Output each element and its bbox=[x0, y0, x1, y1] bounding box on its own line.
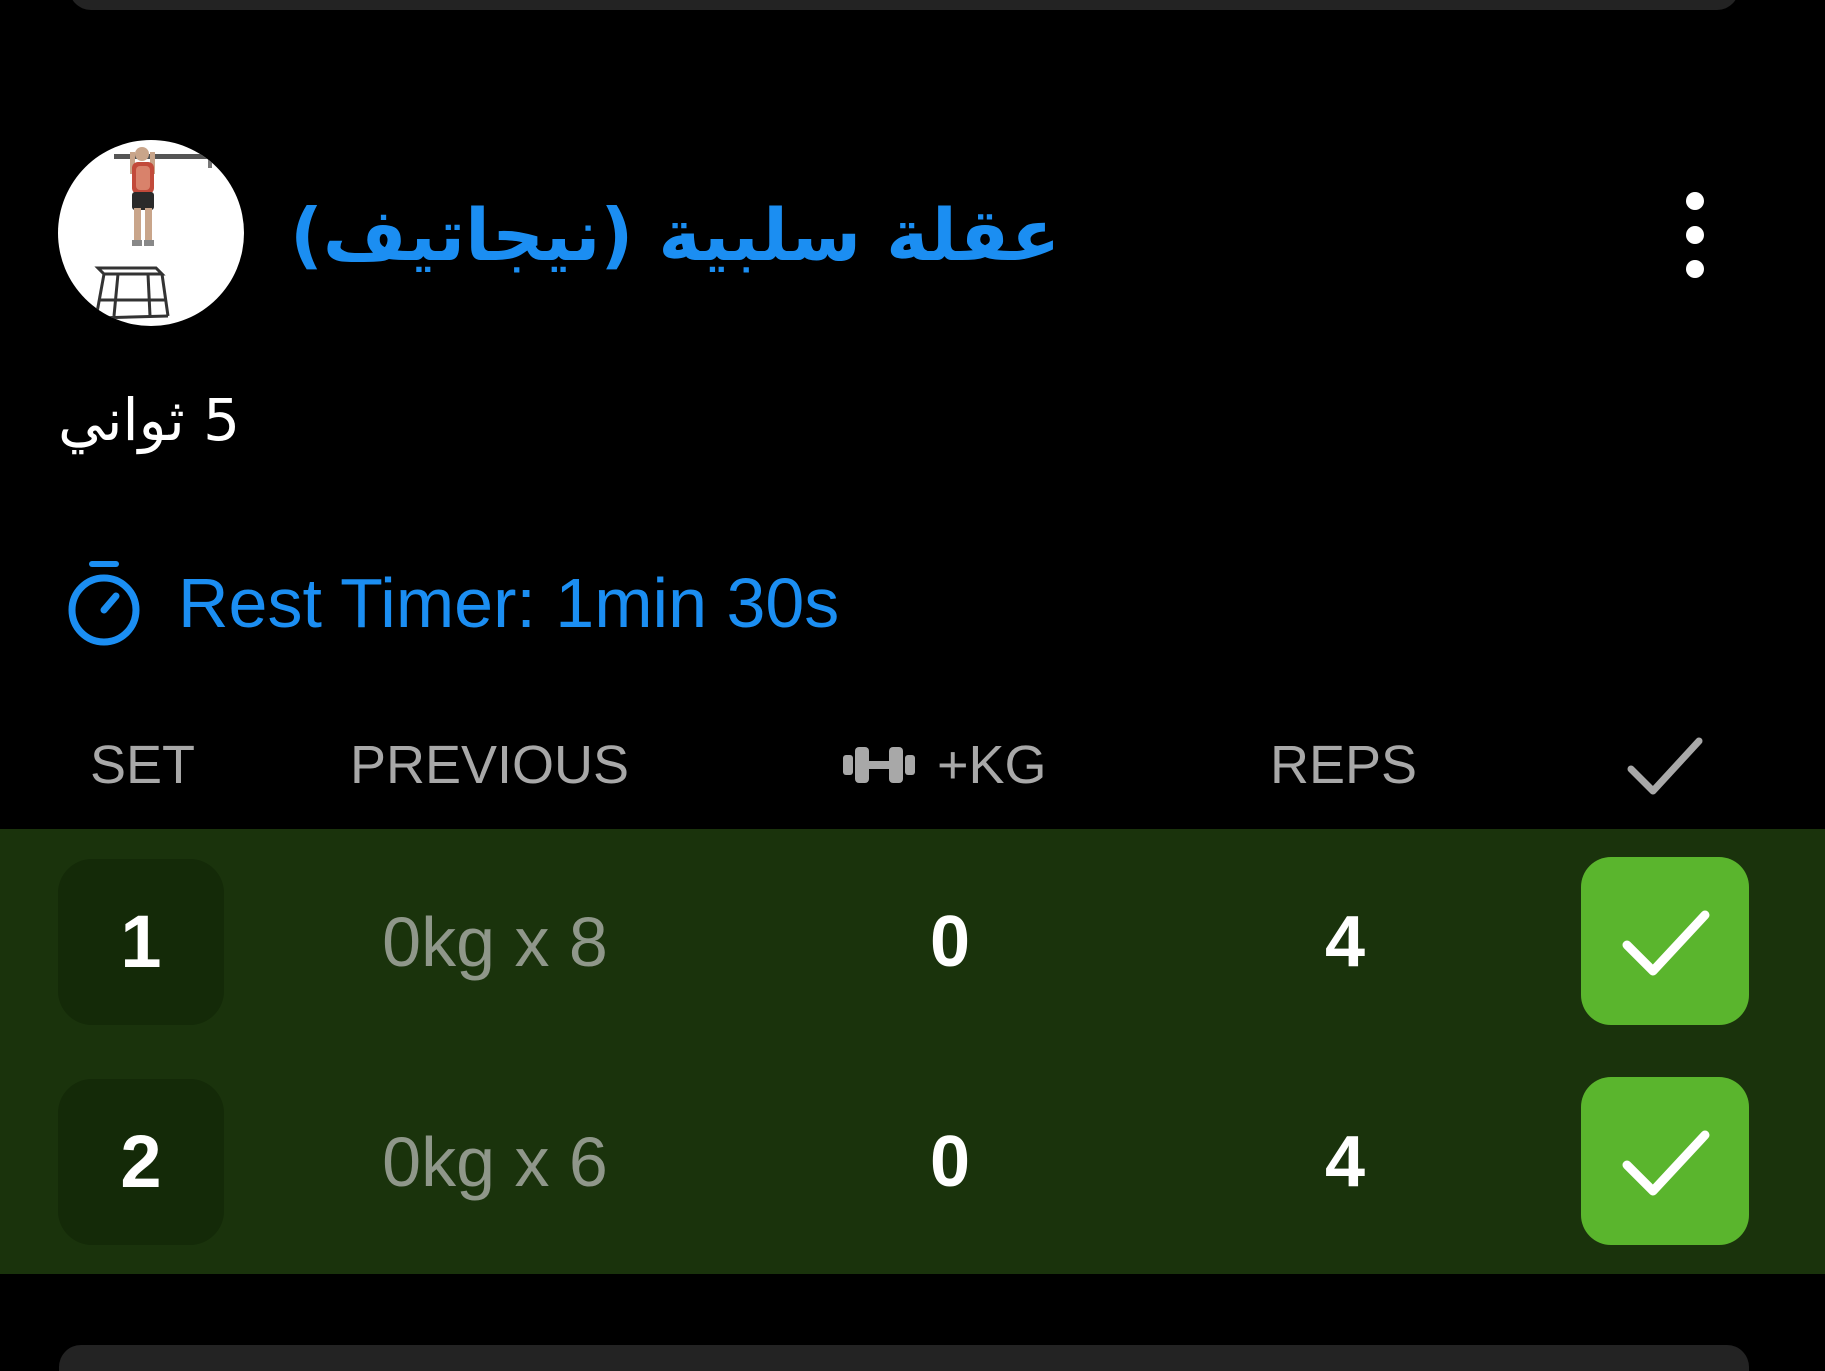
header-kg: +KG bbox=[843, 725, 1047, 805]
reps-input[interactable]: 4 bbox=[1245, 859, 1445, 1025]
header-previous: PREVIOUS bbox=[350, 735, 630, 795]
complete-set-button[interactable] bbox=[1581, 1077, 1749, 1245]
more-vertical-icon-dot bbox=[1686, 260, 1704, 278]
kg-input[interactable]: 0 bbox=[850, 859, 1050, 1025]
checkmark-icon bbox=[1627, 737, 1703, 795]
rest-timer-button[interactable]: Rest Timer: 1min 30s bbox=[64, 555, 839, 650]
workout-screen: عقلة سلبية (نيجاتيف) 5 ثواني Rest Timer:… bbox=[0, 0, 1825, 1371]
header-reps: REPS bbox=[1270, 735, 1418, 795]
complete-set-button[interactable] bbox=[1581, 857, 1749, 1025]
set-row: 2 0kg x 6 0 4 bbox=[0, 1049, 1825, 1245]
exercise-header: عقلة سلبية (نيجاتيف) bbox=[0, 140, 1825, 330]
sets-table-header: SET PREVIOUS +KG REPS bbox=[0, 725, 1825, 805]
set-number[interactable]: 1 bbox=[58, 859, 224, 1025]
more-vertical-icon bbox=[1686, 192, 1704, 210]
checkmark-icon bbox=[1622, 1130, 1710, 1196]
exercise-note[interactable]: 5 ثواني bbox=[58, 380, 240, 460]
pull-up-exercise-icon bbox=[94, 147, 212, 320]
previous-value[interactable]: 0kg x 8 bbox=[330, 859, 660, 1025]
header-check bbox=[1625, 725, 1705, 805]
exercise-title[interactable]: عقلة سلبية (نيجاتيف) bbox=[290, 180, 1060, 290]
checkmark-icon bbox=[1622, 910, 1710, 976]
previous-exercise-card-edge bbox=[69, 0, 1739, 10]
header-set: SET bbox=[90, 735, 196, 795]
reps-input[interactable]: 4 bbox=[1245, 1079, 1445, 1245]
sets-table-body: 1 0kg x 8 0 4 2 0kg x 6 0 4 bbox=[0, 829, 1825, 1274]
next-exercise-card-edge bbox=[59, 1345, 1749, 1371]
more-options-button[interactable] bbox=[1665, 180, 1725, 290]
dumbbell-icon bbox=[843, 747, 915, 783]
kg-input[interactable]: 0 bbox=[850, 1079, 1050, 1245]
more-vertical-icon-dot bbox=[1686, 226, 1704, 244]
header-kg-label: +KG bbox=[937, 735, 1047, 795]
stopwatch-icon bbox=[68, 560, 140, 645]
previous-value[interactable]: 0kg x 6 bbox=[330, 1079, 660, 1245]
set-number[interactable]: 2 bbox=[58, 1079, 224, 1245]
set-row: 1 0kg x 8 0 4 bbox=[0, 829, 1825, 1025]
rest-timer-label: Rest Timer: 1min 30s bbox=[178, 563, 840, 642]
exercise-image[interactable] bbox=[58, 140, 244, 326]
